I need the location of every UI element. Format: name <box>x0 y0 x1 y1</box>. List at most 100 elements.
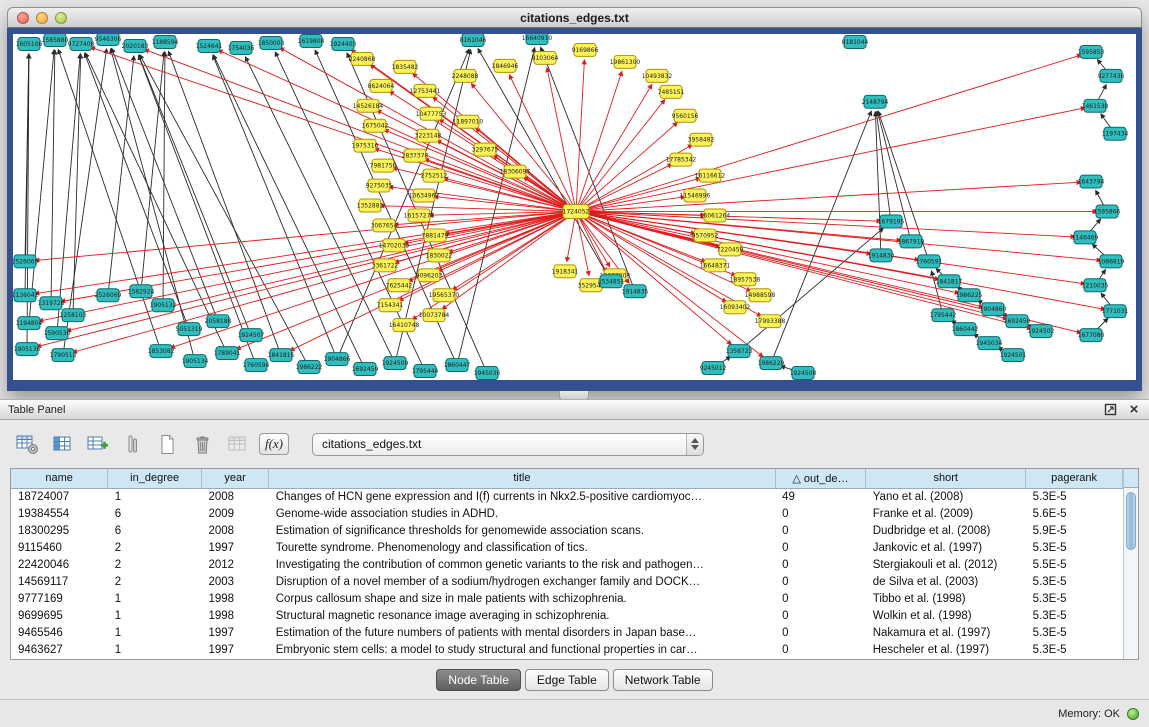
graph-node[interactable]: 1605106 <box>16 37 43 50</box>
graph-node[interactable]: 16061264 <box>700 209 731 222</box>
graph-node[interactable]: 8624064 <box>368 79 395 92</box>
graph-node[interactable]: 9245012 <box>700 362 727 375</box>
graph-node[interactable]: 1461538 <box>1082 99 1109 112</box>
graph-node[interactable]: 8103064 <box>532 51 559 64</box>
graph-node[interactable]: 19861300 <box>610 55 641 68</box>
graph-node[interactable]: 11546996 <box>680 189 711 202</box>
column-header-out_de[interactable]: △ out_de… <box>775 469 866 488</box>
graph-node[interactable]: 1679195 <box>878 215 905 228</box>
graph-node[interactable]: 3361722 <box>372 259 399 272</box>
graph-node[interactable]: 14526184 <box>353 99 384 112</box>
graph-node[interactable]: 1918341 <box>552 265 579 278</box>
graph-node[interactable]: 1904860 <box>980 303 1007 316</box>
tab-network-table[interactable]: Network Table <box>613 669 713 691</box>
graph-node[interactable]: 2526069 <box>95 289 122 302</box>
graph-node[interactable]: 1924507 <box>238 329 265 342</box>
graph-node[interactable]: 2526065 <box>13 255 39 268</box>
graph-node[interactable]: 1905132 <box>150 299 177 312</box>
graph-node[interactable]: 11897010 <box>453 115 484 128</box>
graph-node[interactable]: 1590530 <box>44 327 71 340</box>
close-window-button[interactable] <box>17 12 29 24</box>
graph-node[interactable]: 1945034 <box>976 337 1003 350</box>
column-header-title[interactable]: title <box>269 469 775 488</box>
table-row[interactable]: 2242004622012Investigating the contribut… <box>11 556 1123 573</box>
graph-node[interactable]: 1841815 <box>268 349 295 362</box>
graph-node[interactable]: 1841817 <box>936 275 963 288</box>
graph-node[interactable]: 1975316 <box>352 139 379 152</box>
graph-node[interactable]: 1358723 <box>726 345 753 358</box>
column-header-in_degree[interactable]: in_degree <box>108 469 202 488</box>
graph-node[interactable]: 1643794 <box>1078 175 1105 188</box>
memory-status-icon[interactable] <box>1127 708 1139 720</box>
graph-node[interactable]: 1905136 <box>14 343 41 356</box>
graph-node[interactable]: 18957538 <box>730 273 761 286</box>
row-tools-icon[interactable] <box>119 432 145 456</box>
graph-node[interactable]: 1914835 <box>622 285 649 298</box>
tab-node-table[interactable]: Node Table <box>436 669 521 691</box>
graph-node[interactable]: 10493832 <box>642 69 673 82</box>
graph-node[interactable]: 1795442 <box>930 309 957 322</box>
graph-node[interactable]: 1258103 <box>60 309 87 322</box>
graph-node[interactable]: 1675042 <box>362 119 389 132</box>
graph-node[interactable]: 1188594 <box>152 35 179 48</box>
window-titlebar[interactable]: citations_edges.txt <box>7 7 1142 28</box>
graph-node[interactable]: 5051319 <box>176 323 203 336</box>
graph-node[interactable]: 1830022 <box>426 249 453 262</box>
graph-node[interactable]: 9560156 <box>672 109 699 122</box>
graph-node[interactable]: 12753441 <box>410 84 441 97</box>
graph-node[interactable]: 1754036 <box>228 41 255 54</box>
graph-node[interactable]: 1904866 <box>324 353 351 366</box>
graph-node[interactable]: 1945036 <box>474 367 501 380</box>
graph-node[interactable]: 1860447 <box>444 359 471 372</box>
graph-node[interactable]: 1795444 <box>412 365 439 378</box>
graph-node[interactable]: 4534851 <box>598 275 625 288</box>
graph-node[interactable]: 17785342 <box>666 153 697 166</box>
graph-node[interactable]: 1867919 <box>898 235 925 248</box>
graph-node[interactable]: 1086819 <box>1098 255 1125 268</box>
graph-node[interactable]: 7981750 <box>370 159 397 172</box>
graph-node[interactable]: 14988598 <box>745 289 776 302</box>
column-header-short[interactable]: short <box>866 469 1026 488</box>
graph-node[interactable]: 1146469 <box>1072 231 1099 244</box>
graph-node[interactable]: 1692459 <box>352 363 379 376</box>
graph-node[interactable]: 1582924 <box>128 285 155 298</box>
graph-node[interactable]: 1692450 <box>1004 315 1031 328</box>
table-options-icon[interactable] <box>14 432 40 456</box>
graph-node[interactable]: 2752512 <box>421 169 448 182</box>
graph-node[interactable]: 9546306 <box>95 34 122 45</box>
graph-node[interactable]: 7154341 <box>377 299 404 312</box>
graph-node[interactable]: 9570952 <box>692 229 719 242</box>
graph-node[interactable]: 10073784 <box>419 309 450 322</box>
graph-node[interactable]: 7220459 <box>717 243 744 256</box>
table-row[interactable]: 1872400712008Changes of HCN gene express… <box>11 488 1123 505</box>
table-row[interactable]: 977716911998Corpus callosum shape and si… <box>11 590 1123 607</box>
graph-node[interactable]: 1924509 <box>382 357 409 370</box>
import-table-icon[interactable] <box>224 432 250 456</box>
close-panel-icon[interactable]: × <box>1127 403 1141 417</box>
graph-node[interactable]: 3223148 <box>415 129 442 142</box>
graph-node[interactable]: 1924403 <box>330 37 357 50</box>
graph-node[interactable]: 16157278 <box>404 209 435 222</box>
column-header-pagerank[interactable]: pagerank <box>1026 469 1123 488</box>
graph-node[interactable]: 1585880 <box>42 34 69 46</box>
graph-node[interactable]: 9169866 <box>572 43 599 56</box>
graph-node[interactable]: 2020183 <box>122 39 149 52</box>
graph-node[interactable]: 9096203 <box>416 269 443 282</box>
graph-node[interactable]: 14702039 <box>379 239 410 252</box>
select-columns-icon[interactable] <box>49 432 75 456</box>
graph-node[interactable]: 1210035 <box>1082 279 1109 292</box>
graph-node[interactable]: 1789041 <box>214 347 241 360</box>
graph-node[interactable]: 16648371 <box>700 259 731 272</box>
table-row[interactable]: 946362711997Embryonic stem cells: a mode… <box>11 641 1123 658</box>
graph-node[interactable]: 1194804 <box>16 317 43 330</box>
graph-node[interactable]: 16640910 <box>522 34 553 44</box>
table-row[interactable]: 911546021997Tourette syndrome. Phenomeno… <box>11 539 1123 556</box>
table-row[interactable]: 1938455462009Genome-wide association stu… <box>11 505 1123 522</box>
graph-node[interactable]: 1760591 <box>916 255 943 268</box>
graph-node[interactable]: 1197434 <box>1102 127 1129 140</box>
table-selector-dropdown[interactable]: citations_edges.txt <box>312 433 704 456</box>
float-panel-icon[interactable] <box>1103 403 1117 417</box>
graph-node[interactable]: 16116612 <box>695 169 726 182</box>
graph-node[interactable]: 2240868 <box>349 52 376 65</box>
graph-node[interactable]: 1760594 <box>243 359 270 372</box>
